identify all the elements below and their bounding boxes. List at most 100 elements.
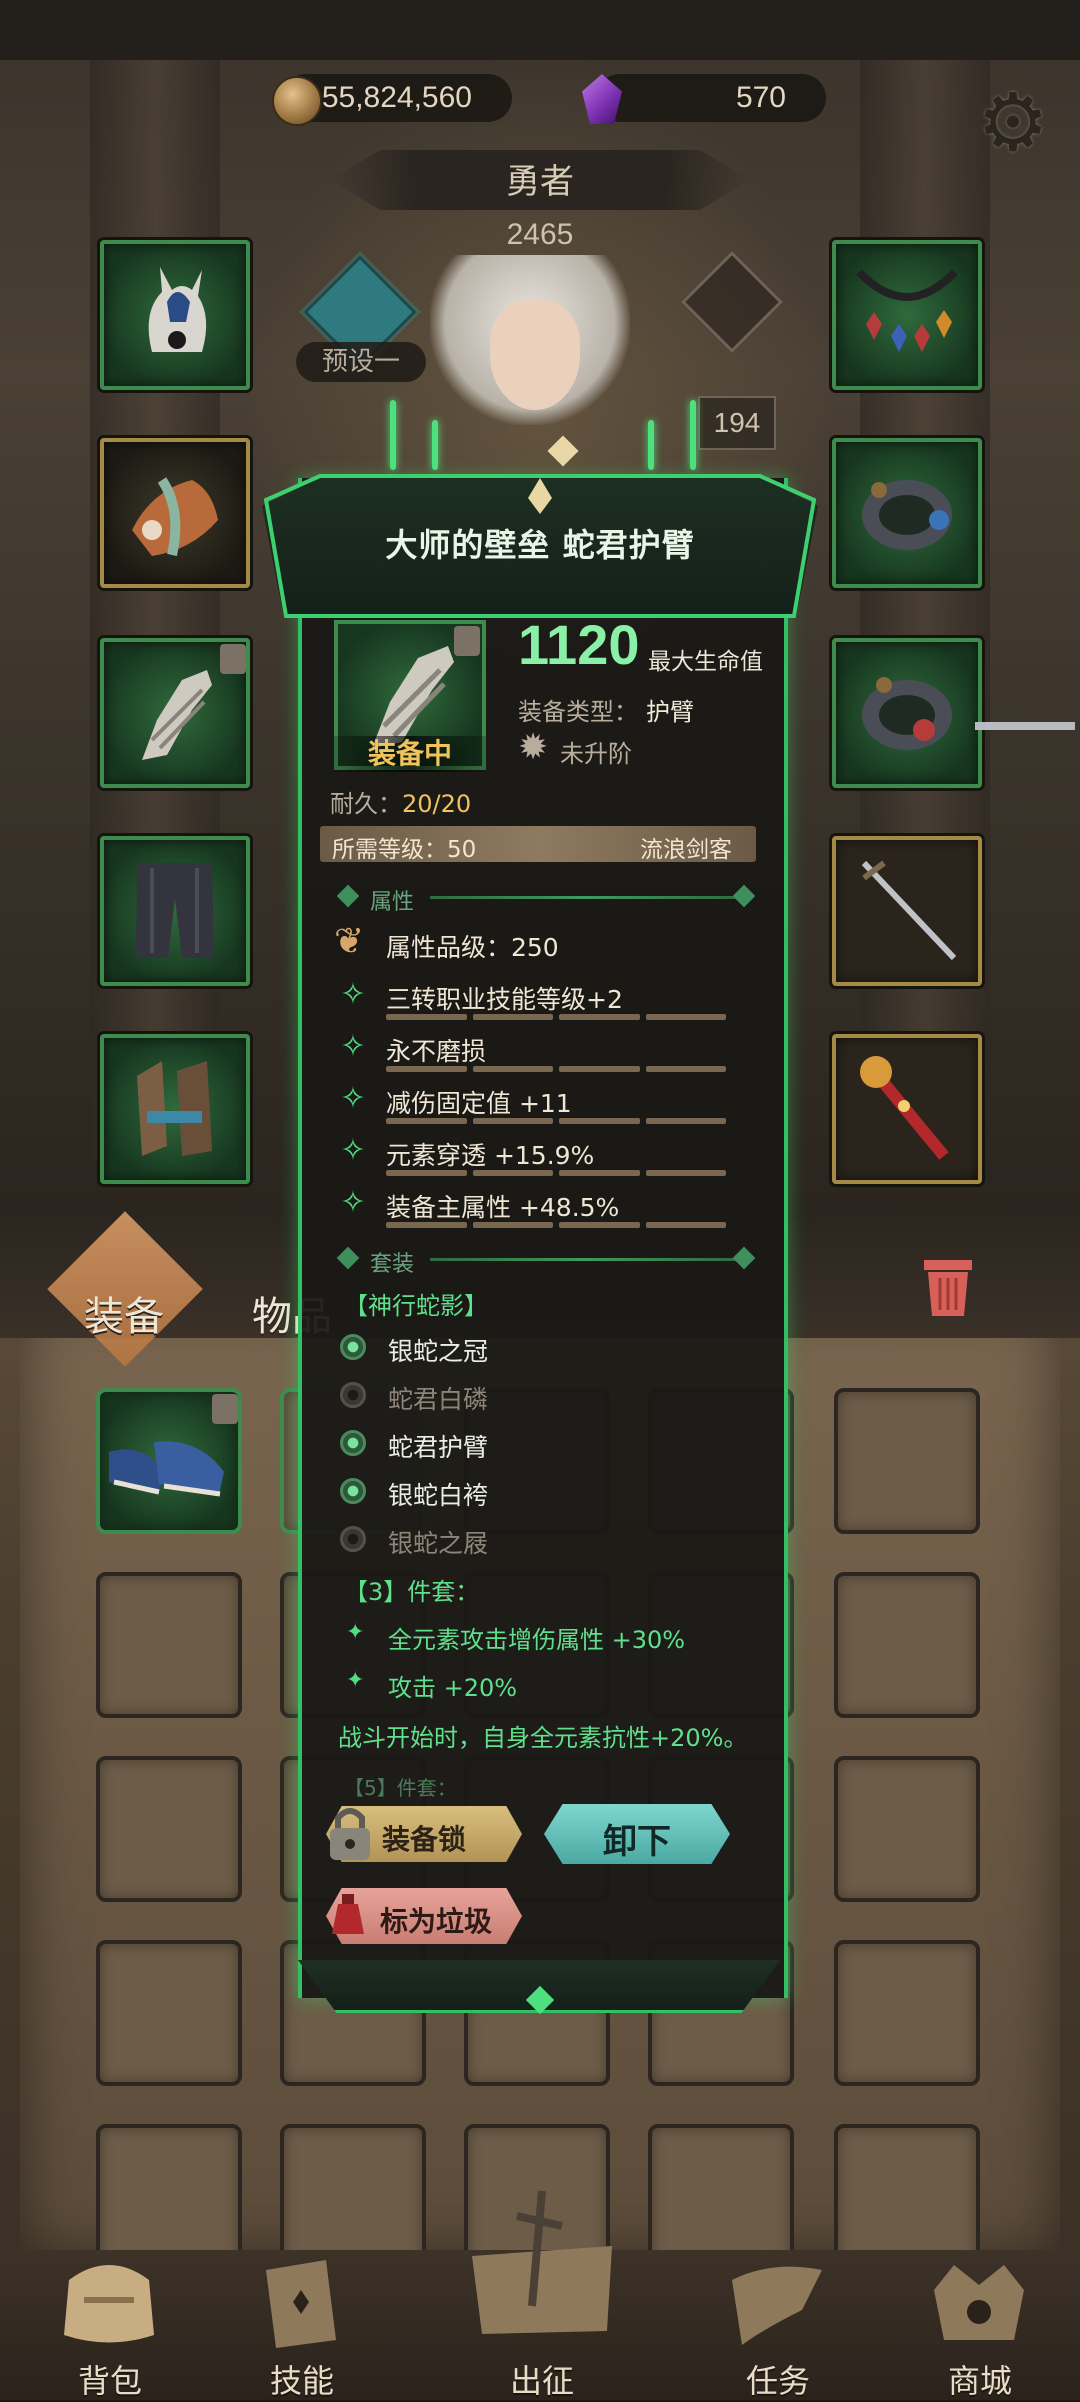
set-bonus-1: 全元素攻击增伤属性 +30% bbox=[388, 1626, 686, 1654]
item-type-value: 护臂 bbox=[646, 698, 694, 726]
inventory-slot[interactable] bbox=[834, 2124, 980, 2270]
equip-slot-talisman[interactable] bbox=[832, 1034, 982, 1184]
lotus-quality-icon: ❦ bbox=[334, 921, 365, 962]
set-piece-missing-icon bbox=[340, 1526, 366, 1552]
padlock-icon bbox=[330, 1808, 370, 1860]
nav-skills-label: 技能 bbox=[269, 2362, 334, 2400]
equip-slot-necklace[interactable] bbox=[832, 240, 982, 390]
set-bonus-header: 【3】件套： bbox=[344, 1578, 480, 1606]
lion-scepter-icon bbox=[860, 1056, 949, 1160]
scroll-icon bbox=[732, 2266, 822, 2345]
item-type-label: 装备类型： bbox=[518, 698, 638, 726]
affix-2-roll-bar bbox=[386, 1066, 726, 1072]
affix-sparkle-icon: ✧ bbox=[340, 1029, 366, 1064]
nav-quests[interactable]: 任务 bbox=[698, 2250, 858, 2400]
inventory-slot[interactable] bbox=[96, 1756, 242, 1902]
popup-glow-spike bbox=[690, 400, 696, 470]
nav-quests-label: 任务 bbox=[745, 2362, 810, 2400]
tab-equipment[interactable]: 装备 bbox=[84, 1284, 164, 1342]
affix-5: 装备主属性 +48.5% bbox=[386, 1193, 620, 1222]
attribute-points[interactable]: 194 bbox=[698, 396, 776, 450]
skill-book-icon bbox=[266, 2260, 336, 2348]
nav-expedition[interactable]: 出征 bbox=[462, 2186, 622, 2400]
nav-backpack[interactable]: 背包 bbox=[30, 2250, 190, 2400]
gem-counter: 570 bbox=[596, 74, 826, 122]
required-class: 流浪剑客 bbox=[640, 837, 732, 863]
hero-face bbox=[490, 300, 580, 410]
horned-helmet-icon bbox=[148, 267, 207, 352]
equip-slot-boots[interactable] bbox=[100, 1034, 250, 1184]
inventory-slot[interactable] bbox=[280, 2124, 426, 2270]
affix-1-roll-bar bbox=[386, 1014, 726, 1020]
inventory-slot[interactable] bbox=[834, 1572, 980, 1718]
set-piece-2: 蛇君白磷 bbox=[388, 1385, 489, 1414]
bandaged-bracer-icon bbox=[142, 670, 212, 760]
backpack-icon bbox=[64, 2265, 154, 2343]
popup-glow-spike bbox=[648, 420, 654, 470]
upgrade-tier-icon: ✹ bbox=[518, 727, 549, 768]
sword-blade-overflow bbox=[975, 722, 1075, 730]
attribute-quality: 属性品级：250 bbox=[386, 933, 559, 962]
inventory-slot[interactable] bbox=[96, 1572, 242, 1718]
inventory-slot[interactable] bbox=[96, 2124, 242, 2270]
serpent-ring-red-icon bbox=[862, 677, 952, 750]
inventory-slot-shoes[interactable] bbox=[96, 1388, 242, 1534]
silver-sword-icon bbox=[861, 860, 957, 961]
set-piece-3: 蛇君护臂 bbox=[388, 1433, 489, 1462]
set-piece-owned-icon bbox=[340, 1478, 366, 1504]
popup-glow-spike bbox=[390, 400, 396, 470]
inventory-slot[interactable] bbox=[834, 1756, 980, 1902]
set-piece-1: 银蛇之冠 bbox=[388, 1337, 489, 1366]
inventory-slot[interactable] bbox=[648, 2124, 794, 2270]
affix-3-roll-bar bbox=[386, 1118, 726, 1124]
durability-label: 耐久： bbox=[330, 790, 402, 818]
gold-coin-icon bbox=[272, 76, 322, 126]
gear-icon[interactable]: ⚙ bbox=[968, 78, 1058, 168]
ornate-bow-icon bbox=[132, 477, 218, 557]
set-piece-owned-icon bbox=[340, 1334, 366, 1360]
serpent-ring-icon bbox=[862, 480, 952, 550]
dark-leggings-icon bbox=[136, 863, 214, 958]
durability: 耐久：20/20 bbox=[330, 784, 471, 819]
upgrade-tier-label: 未升阶 bbox=[560, 740, 632, 768]
equip-slot-ring-2[interactable] bbox=[832, 638, 982, 788]
lantern-icon bbox=[332, 1894, 364, 1934]
equip-slot-pants[interactable] bbox=[100, 836, 250, 986]
set-piece-4: 银蛇白袴 bbox=[388, 1481, 489, 1510]
bonus-star-icon: ✦ bbox=[346, 1668, 365, 1693]
equip-slot-offhand[interactable] bbox=[832, 836, 982, 986]
equip-slot-bracer[interactable] bbox=[100, 638, 250, 788]
inventory-slot[interactable] bbox=[834, 1940, 980, 2086]
popup-glow-spike bbox=[432, 420, 438, 470]
map-sword-icon bbox=[472, 2190, 612, 2334]
gold-amount: 55,824,560 bbox=[321, 81, 472, 114]
set-piece-owned-icon bbox=[340, 1430, 366, 1456]
set-bonus-note: 战斗开始时，自身全元素抗性+20%。 bbox=[338, 1724, 748, 1752]
inventory-slot[interactable] bbox=[834, 1388, 980, 1534]
equip-slot-weapon[interactable] bbox=[100, 438, 250, 588]
primary-stat-value: 1120 bbox=[518, 613, 640, 676]
required-level: 所需等级：50 bbox=[332, 837, 477, 863]
trash-icon[interactable] bbox=[920, 1254, 976, 1318]
nav-shop[interactable]: 商城 bbox=[900, 2250, 1060, 2400]
section-divider bbox=[430, 1258, 740, 1261]
preset-button[interactable]: 预设一 bbox=[296, 342, 426, 382]
nav-skills[interactable]: 技能 bbox=[222, 2250, 382, 2400]
equip-slot-helmet[interactable] bbox=[100, 240, 250, 390]
equip-slot-ring[interactable] bbox=[832, 438, 982, 588]
set-bonus-2: 攻击 +20% bbox=[388, 1674, 518, 1702]
lock-icon bbox=[212, 1394, 238, 1424]
affix-1: 三转职业技能等级+2 bbox=[386, 985, 623, 1014]
gem-necklace-icon bbox=[856, 269, 958, 352]
set-piece-missing-icon bbox=[340, 1382, 366, 1408]
affix-sparkle-icon: ✧ bbox=[340, 1185, 366, 1220]
lock-icon bbox=[220, 644, 246, 674]
affix-2: 永不磨损 bbox=[386, 1037, 487, 1066]
affix-4: 元素穿透 +15.9% bbox=[386, 1141, 595, 1170]
shop-icon bbox=[934, 2265, 1024, 2340]
section-set-header: 套装 bbox=[370, 1252, 415, 1277]
winged-boots-icon bbox=[137, 1061, 212, 1156]
inventory-slot[interactable] bbox=[96, 1940, 242, 2086]
nav-shop-label: 商城 bbox=[947, 2362, 1012, 2400]
set-bonus-next-header: 【5】件套： bbox=[344, 1776, 457, 1800]
